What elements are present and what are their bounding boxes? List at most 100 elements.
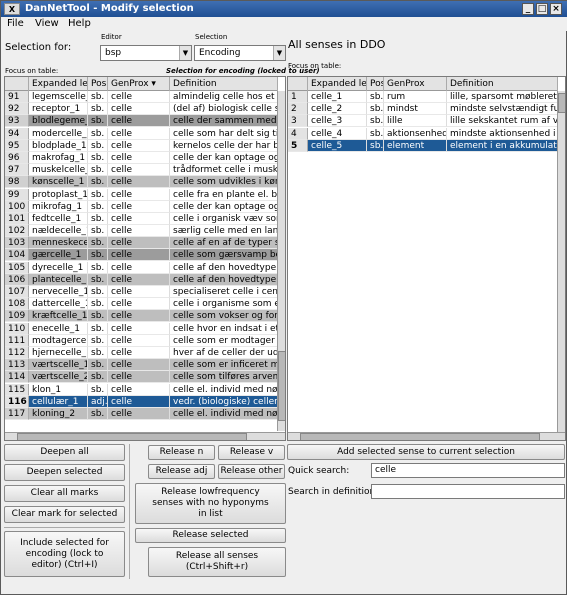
genprox-cell: celle	[108, 225, 170, 238]
table-row[interactable]: 109 kræftcelle_1 sb. celle celle som vokser …	[5, 310, 278, 323]
chevron-down-icon[interactable]: ▼	[273, 46, 285, 60]
table-row[interactable]: 96 makrofag_1 sb. celle celle der kan optage…	[5, 151, 278, 164]
include-selected-button[interactable]: Include selected for encoding (lock to e…	[4, 531, 125, 577]
release-v-button[interactable]: Release v	[218, 445, 285, 460]
release-lowfreq-button[interactable]: Release lowfrequency senses with no hypo…	[135, 483, 286, 524]
col-rownum[interactable]	[5, 77, 29, 91]
release-selected-button[interactable]: Release selected	[135, 528, 286, 543]
table-row[interactable]: 4 celle_4 sb. aktionsenhed mindste aktionsen…	[288, 127, 558, 140]
definition-cell: celle der kan optage og fje	[170, 151, 278, 164]
table-row[interactable]: 117 kloning_2 sb. celle celle el. individ me…	[5, 407, 278, 420]
table-row[interactable]: 107 nervecelle_1 sb. celle specialiseret cel…	[5, 286, 278, 298]
scroll-thumb[interactable]	[558, 93, 565, 113]
table-row[interactable]: 115 klon_1 sb. celle celle el. individ med n…	[5, 383, 278, 396]
table-row[interactable]: 112 hjernecelle_1 sb. celle hver af de celle…	[5, 346, 278, 359]
definition-search-input[interactable]	[371, 484, 565, 499]
menu-file[interactable]: File	[7, 18, 24, 29]
table-row[interactable]: 2celle_2sb.mindstmindste selvstændigt fu…	[288, 103, 558, 116]
release-adj-button[interactable]: Release adj	[148, 464, 215, 479]
table-row[interactable]: 108 dattercelle_1 sb. celle celle i organism…	[5, 298, 278, 311]
release-all-button[interactable]: Release all senses (Ctrl+Shift+r)	[148, 547, 286, 577]
quick-search-input[interactable]: celle	[371, 463, 565, 478]
col-expanded-lemma[interactable]: Expanded le	[29, 77, 88, 91]
col-definition[interactable]: Definition	[447, 77, 558, 91]
application-window: X DanNetTool - Modify selection _ □ × Fi…	[0, 0, 567, 595]
table-row[interactable]: 91legemscelle_1sb.cellealmindelig celle …	[5, 91, 278, 103]
genprox-cell: celle	[108, 103, 170, 116]
table-row[interactable]: 97muskelcelle_1sb.celletrådformet celle …	[5, 164, 278, 177]
table-row[interactable]: 94 modercelle_1 sb. celle celle som har delt…	[5, 127, 278, 140]
definition-cell: lille, sparsomt møbleret rum b	[447, 91, 558, 103]
pos-cell: sb.	[367, 139, 384, 152]
col-genprox[interactable]: GenProx	[384, 77, 447, 91]
deepen-selected-button[interactable]: Deepen selected	[4, 464, 125, 481]
row-number: 3	[288, 115, 308, 128]
clear-mark-selected-button[interactable]: Clear mark for selected	[4, 506, 125, 523]
genprox-cell: element	[384, 139, 447, 152]
scroll-thumb[interactable]	[278, 351, 285, 421]
table-row[interactable]: 110 enecelle_1 sb. celle celle hvor en indsa…	[5, 322, 278, 335]
pos-cell: sb.	[88, 249, 108, 262]
expanded-lemma-cell: receptor_1	[29, 103, 88, 116]
left-vertical-scrollbar[interactable]	[277, 91, 285, 431]
table-row[interactable]: 95 blodplade_1 sb. celle kernelos celle der …	[5, 139, 278, 152]
col-genprox[interactable]: GenProx ▾	[108, 77, 170, 91]
table-row[interactable]: 93blodlegeme_1sb.cellecelle der sammen m…	[5, 115, 278, 128]
expanded-lemma-cell: værtscelle_2	[29, 371, 88, 384]
right-vertical-scrollbar[interactable]	[557, 91, 565, 432]
selection-select[interactable]: Encoding ▼	[194, 45, 286, 61]
table-row[interactable]: 114 værtscelle_2 sb. celle celle som tilføre…	[5, 371, 278, 384]
table-row[interactable]: 116 cellulær_1 adj. celle vedr. (biologiske)…	[5, 395, 278, 408]
table-row[interactable]: 98 kønscelle_1 sb. celle celle som udvikles …	[5, 176, 278, 189]
expanded-lemma-cell: makrofag_1	[29, 151, 88, 164]
genprox-cell: celle	[108, 237, 170, 250]
col-pos[interactable]: Pos	[88, 77, 108, 91]
row-number: 101	[5, 212, 29, 225]
expanded-lemma-cell: blodplade_1	[29, 139, 88, 152]
menu-help[interactable]: Help	[68, 18, 91, 29]
table-row[interactable]: 100 mikrofag_1 sb. celle celle der kan optag…	[5, 200, 278, 213]
pos-cell: sb.	[88, 286, 108, 298]
table-row[interactable]: 5 celle_5 sb. element element i en akkumulat…	[288, 139, 558, 152]
release-n-button[interactable]: Release n	[148, 445, 215, 460]
genprox-cell: celle	[108, 249, 170, 262]
maximize-icon[interactable]: □	[536, 3, 548, 15]
chevron-down-icon[interactable]: ▼	[179, 46, 191, 60]
scroll-thumb[interactable]	[300, 433, 540, 440]
table-row[interactable]: 102 nældecelle_1 sb. celle særlig celle med …	[5, 225, 278, 238]
menu-view[interactable]: View	[35, 18, 59, 29]
senses-table-header: Expanded le Pos GenProx Definition	[288, 77, 558, 91]
deepen-all-button[interactable]: Deepen all	[4, 444, 125, 461]
table-row[interactable]: 111modtagercellesb.cellecelle som er mod…	[5, 334, 278, 347]
editor-label: Editor	[101, 33, 122, 41]
left-horizontal-scrollbar[interactable]	[5, 432, 285, 440]
right-horizontal-scrollbar[interactable]	[288, 432, 565, 440]
release-other-button[interactable]: Release other	[218, 464, 285, 479]
row-number: 102	[5, 225, 29, 238]
close-icon[interactable]: ×	[550, 3, 562, 15]
table-row[interactable]: 106 plantecelle_1 sb. celle celle af den hov…	[5, 273, 278, 286]
col-pos[interactable]: Pos	[367, 77, 384, 91]
table-row[interactable]: 113 værtscelle_1 sb. celle celle som er infi…	[5, 359, 278, 372]
minimize-icon[interactable]: _	[522, 3, 534, 15]
row-number: 106	[5, 273, 29, 286]
add-selected-sense-button[interactable]: Add selected sense to current selection	[287, 444, 565, 460]
editor-select[interactable]: bsp ▼	[100, 45, 192, 61]
row-number: 114	[5, 371, 29, 384]
table-row[interactable]: 101 fedtcelle_1 sb. celle celle i organisk v…	[5, 212, 278, 225]
table-row[interactable]: 105 dyrecelle_1 sb. celle celle af den hoved…	[5, 261, 278, 274]
table-row[interactable]: 92 receptor_1 sb. celle (del af) biologisk c…	[5, 103, 278, 116]
scroll-thumb[interactable]	[17, 433, 247, 440]
clear-all-marks-button[interactable]: Clear all marks	[4, 485, 125, 502]
col-definition[interactable]: Definition	[170, 77, 278, 91]
col-expanded-lemma[interactable]: Expanded le	[308, 77, 367, 91]
col-rownum[interactable]	[288, 77, 308, 91]
row-number: 1	[288, 91, 308, 103]
editor-value: bsp	[105, 48, 122, 58]
table-row[interactable]: 3 celle_3 sb. lille lille sekskantet rum af …	[288, 115, 558, 128]
table-row[interactable]: 104 gærcelle_1 sb. celle celle som gærsvamp …	[5, 249, 278, 262]
table-row[interactable]: 103 menneskecel sb. celle celle af en af de …	[5, 237, 278, 250]
genprox-cell: celle	[108, 273, 170, 286]
table-row[interactable]: 99 protoplast_1 sb. celle celle fra en plant…	[5, 188, 278, 201]
table-row[interactable]: 1celle_1sb.rumlille, sparsomt møbleret r…	[288, 91, 558, 103]
